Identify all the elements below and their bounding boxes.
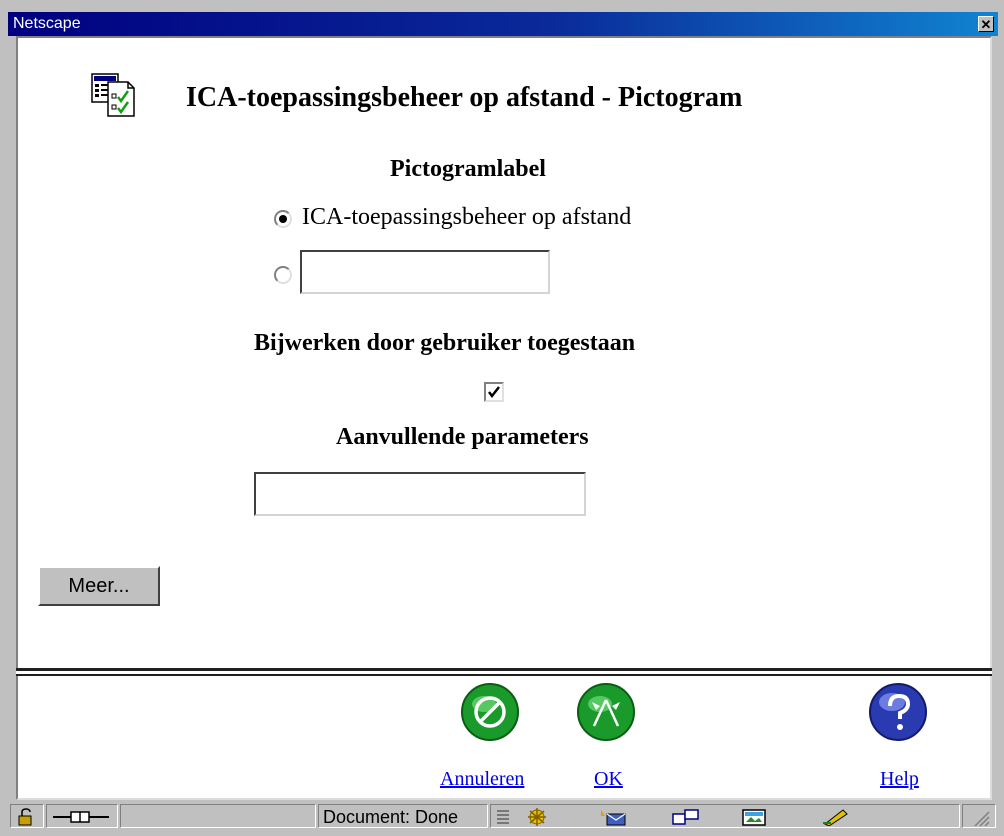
radio-selected-dot (279, 215, 287, 223)
custom-label-input[interactable] (300, 250, 550, 294)
security-lock-icon[interactable] (10, 804, 44, 828)
radio-custom-label[interactable] (274, 266, 292, 284)
radio-default-label-text: ICA-toepassingsbeheer op afstand (302, 204, 632, 230)
ok-flags-icon[interactable] (576, 682, 636, 742)
content-area: ICA-toepassingsbeheer op afstand - Picto… (16, 36, 992, 668)
mail-icon[interactable] (597, 808, 627, 826)
title-bar[interactable]: Netscape ✕ (8, 12, 998, 36)
user-update-checkbox[interactable] (484, 382, 504, 402)
component-bar (490, 804, 960, 828)
resize-grip[interactable] (962, 804, 996, 828)
help-link[interactable]: Help (880, 768, 919, 791)
connection-icon[interactable] (46, 804, 118, 828)
composer-icon[interactable] (741, 808, 767, 826)
icon-label-heading: Pictogramlabel (390, 156, 546, 182)
page-title: ICA-toepassingsbeheer op afstand - Picto… (186, 82, 743, 113)
close-icon[interactable]: ✕ (978, 16, 994, 32)
navigator-icon[interactable] (523, 808, 551, 826)
footer-frame: Annuleren OK Help (16, 676, 992, 800)
status-text: Document: Done (323, 807, 459, 827)
params-heading: Aanvullende parameters (336, 424, 589, 450)
radio-default-label[interactable] (274, 210, 292, 228)
discussions-icon[interactable] (671, 808, 701, 826)
help-question-icon[interactable] (868, 682, 928, 742)
cancel-circle-icon[interactable] (460, 682, 520, 742)
progress-cell (120, 804, 316, 828)
window-title: Netscape (13, 15, 81, 32)
grip-icon[interactable] (495, 808, 511, 826)
status-message-cell: Document: Done (318, 804, 488, 828)
frame-divider[interactable] (16, 668, 992, 676)
browser-window: Netscape ✕ ICA-toepassingsbeheer op afst… (8, 12, 998, 832)
more-button[interactable]: Meer... (38, 566, 160, 606)
cancel-link[interactable]: Annuleren (440, 768, 524, 791)
user-update-heading: Bijwerken door gebruiker toegestaan (254, 330, 636, 356)
checklist-document-icon (91, 73, 135, 117)
edit-icon[interactable] (821, 808, 851, 826)
params-input[interactable] (254, 472, 586, 516)
ok-link[interactable]: OK (594, 768, 623, 791)
status-bar: Document: Done (8, 800, 998, 830)
checkmark-icon (488, 386, 500, 399)
